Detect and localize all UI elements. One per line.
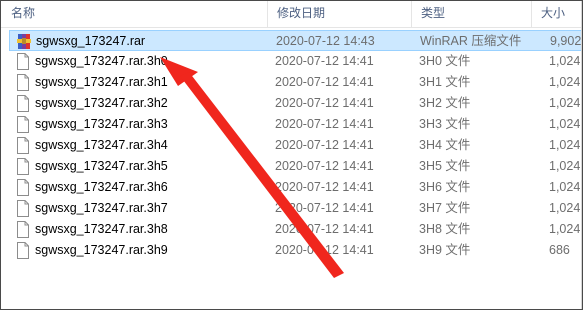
- column-header-name[interactable]: 名称: [1, 1, 267, 27]
- file-size: 1,024: [549, 159, 581, 173]
- blank-file-icon: [16, 74, 30, 91]
- file-size: 1,024: [549, 75, 581, 89]
- file-name: sgwsxg_173247.rar.3h0: [35, 54, 168, 68]
- file-name: sgwsxg_173247.rar: [36, 34, 146, 48]
- file-row[interactable]: sgwsxg_173247.rar.3h6 2020-07-12 14:41 3H6…: [9, 177, 582, 198]
- file-name: sgwsxg_173247.rar.3h2: [35, 96, 168, 110]
- file-type: 3H0 文件: [419, 54, 471, 68]
- file-size: 1,024: [549, 138, 581, 152]
- file-type: 3H7 文件: [419, 201, 471, 215]
- scrollbar-edge[interactable]: [581, 1, 582, 309]
- file-row[interactable]: sgwsxg_173247.rar.3h3 2020-07-12 14:41 3H3…: [9, 114, 582, 135]
- file-row[interactable]: sgwsxg_173247.rar.3h7 2020-07-12 14:41 3H7…: [9, 198, 582, 219]
- file-name: sgwsxg_173247.rar.3h3: [35, 117, 168, 131]
- column-header-bar: 名称 修改日期 类型 大小: [1, 1, 582, 28]
- file-date-modified: 2020-07-12 14:41: [275, 54, 374, 68]
- file-row[interactable]: sgwsxg_173247.rar.3h0 2020-07-12 14:41 3H0…: [9, 51, 582, 72]
- blank-file-icon: [16, 137, 30, 154]
- column-header-date[interactable]: 修改日期: [267, 1, 411, 27]
- file-type: 3H6 文件: [419, 180, 471, 194]
- file-date-modified: 2020-07-12 14:41: [275, 243, 374, 257]
- blank-file-icon: [16, 221, 30, 238]
- file-row[interactable]: sgwsxg_173247.rar.3h1 2020-07-12 14:41 3H1…: [9, 72, 582, 93]
- file-type: 3H1 文件: [419, 75, 471, 89]
- file-size: 1,024: [549, 201, 581, 215]
- file-size: 9,902: [550, 34, 582, 48]
- file-size: 1,024: [549, 222, 581, 236]
- file-row[interactable]: sgwsxg_173247.rar.3h4 2020-07-12 14:41 3H4…: [9, 135, 582, 156]
- file-size: 686: [549, 243, 570, 257]
- file-type: 3H9 文件: [419, 243, 471, 257]
- blank-file-icon: [16, 95, 30, 112]
- file-name: sgwsxg_173247.rar.3h4: [35, 138, 168, 152]
- column-header-size[interactable]: 大小: [531, 1, 582, 27]
- blank-file-icon: [16, 53, 30, 70]
- file-name: sgwsxg_173247.rar.3h5: [35, 159, 168, 173]
- column-header-type[interactable]: 类型: [411, 1, 531, 27]
- file-type: 3H8 文件: [419, 222, 471, 236]
- file-type: 3H5 文件: [419, 159, 471, 173]
- file-row[interactable]: sgwsxg_173247.rar.3h2 2020-07-12 14:41 3H2…: [9, 93, 582, 114]
- blank-file-icon: [16, 116, 30, 133]
- file-type: 3H3 文件: [419, 117, 471, 131]
- file-type: 3H4 文件: [419, 138, 471, 152]
- file-size: 1,024: [549, 96, 581, 110]
- file-size: 1,024: [549, 117, 581, 131]
- file-date-modified: 2020-07-12 14:41: [275, 138, 374, 152]
- file-type: 3H2 文件: [419, 96, 471, 110]
- file-row[interactable]: sgwsxg_173247.rar.3h8 2020-07-12 14:41 3H8…: [9, 219, 582, 240]
- file-date-modified: 2020-07-12 14:41: [275, 96, 374, 110]
- file-row[interactable]: sgwsxg_173247.rar.3h5 2020-07-12 14:41 3H5…: [9, 156, 582, 177]
- file-date-modified: 2020-07-12 14:41: [275, 201, 374, 215]
- file-type: WinRAR 压缩文件: [420, 34, 522, 48]
- file-row[interactable]: sgwsxg_173247.rar.3h9 2020-07-12 14:41 3H9…: [9, 240, 582, 261]
- file-name: sgwsxg_173247.rar.3h1: [35, 75, 168, 89]
- file-date-modified: 2020-07-12 14:41: [275, 159, 374, 173]
- file-size: 1,024: [549, 180, 581, 194]
- file-size: 1,024: [549, 54, 581, 68]
- file-name: sgwsxg_173247.rar.3h9: [35, 243, 168, 257]
- file-explorer-window: 名称 修改日期 类型 大小 sgwsxg_173247.rar 2020-07-1…: [0, 0, 583, 310]
- file-name: sgwsxg_173247.rar.3h8: [35, 222, 168, 236]
- file-date-modified: 2020-07-12 14:41: [275, 222, 374, 236]
- blank-file-icon: [16, 158, 30, 175]
- blank-file-icon: [16, 179, 30, 196]
- file-name: sgwsxg_173247.rar.3h6: [35, 180, 168, 194]
- file-date-modified: 2020-07-12 14:41: [275, 117, 374, 131]
- file-name: sgwsxg_173247.rar.3h7: [35, 201, 168, 215]
- file-date-modified: 2020-07-12 14:43: [276, 34, 375, 48]
- blank-file-icon: [16, 200, 30, 217]
- file-date-modified: 2020-07-12 14:41: [275, 75, 374, 89]
- file-row[interactable]: sgwsxg_173247.rar 2020-07-12 14:43 WinRAR …: [9, 30, 582, 51]
- blank-file-icon: [16, 242, 30, 259]
- winrar-archive-icon: [17, 33, 31, 50]
- file-date-modified: 2020-07-12 14:41: [275, 180, 374, 194]
